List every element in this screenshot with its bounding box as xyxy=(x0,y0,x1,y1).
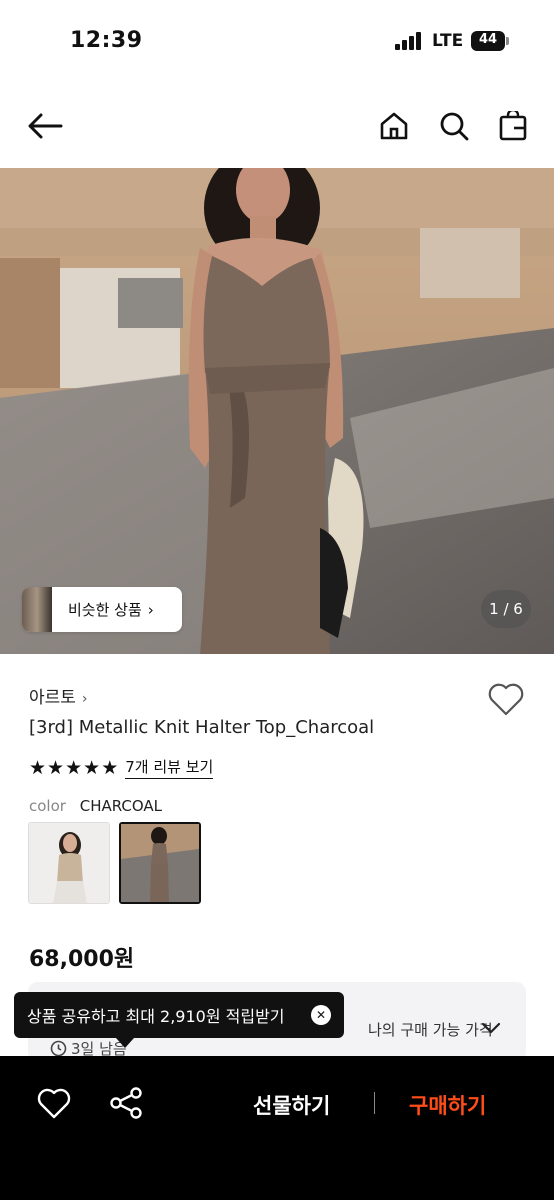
share-icon[interactable] xyxy=(108,1086,144,1120)
star-icon: ★ xyxy=(101,756,119,779)
heart-icon[interactable] xyxy=(36,1086,72,1120)
wishlist-heart-icon[interactable] xyxy=(486,680,526,718)
brand-link[interactable]: 아르토 › xyxy=(29,683,88,708)
star-icon: ★ xyxy=(47,756,65,779)
review-link[interactable]: 7개 리뷰 보기 xyxy=(125,756,214,779)
swatch-image xyxy=(121,824,199,902)
home-button[interactable] xyxy=(374,106,414,146)
arrow-left-icon xyxy=(28,113,63,139)
brand-name: 아르토 xyxy=(29,688,76,708)
battery-level: 44 xyxy=(478,32,498,47)
home-icon xyxy=(380,112,408,140)
shopping-bag-button[interactable] xyxy=(493,106,533,146)
color-row: color CHARCOAL xyxy=(29,797,162,815)
swatch-image xyxy=(29,823,109,903)
divider xyxy=(374,1092,375,1114)
star-icon: ★ xyxy=(65,756,83,779)
battery-icon: 44 xyxy=(471,31,509,51)
product-price: 68,000원 xyxy=(29,947,135,972)
bottom-action-bar: 선물하기 구매하기 xyxy=(0,1056,554,1200)
product-image[interactable]: 비슷한 상품 › 1 / 6 xyxy=(0,168,554,654)
clock-icon xyxy=(50,1040,67,1057)
similar-products-button[interactable]: 비슷한 상품 › xyxy=(22,587,182,632)
gift-button[interactable]: 선물하기 xyxy=(253,1090,330,1120)
buy-button[interactable]: 구매하기 xyxy=(409,1090,486,1120)
possible-price-label: 나의 구매 가능 가격 xyxy=(368,1021,493,1039)
signal-icon xyxy=(395,32,421,50)
color-swatch[interactable] xyxy=(28,822,110,904)
status-bar: 12:39 LTE 44 xyxy=(0,0,554,84)
rating-row: ★ ★ ★ ★ ★ 7개 리뷰 보기 xyxy=(29,756,214,779)
top-nav xyxy=(0,96,554,156)
shopping-bag-icon xyxy=(499,111,527,141)
chevron-right-icon: › xyxy=(81,691,88,707)
product-title: [3rd] Metallic Knit Halter Top_Charcoal xyxy=(29,717,375,738)
close-icon[interactable]: ✕ xyxy=(311,1005,331,1025)
back-button[interactable] xyxy=(25,106,65,146)
similar-products-label: 비슷한 상품 xyxy=(68,601,142,619)
product-photo xyxy=(0,168,554,654)
star-rating: ★ ★ ★ ★ ★ xyxy=(29,758,118,778)
star-icon: ★ xyxy=(83,756,101,779)
color-value: CHARCOAL xyxy=(79,797,163,815)
network-label: LTE xyxy=(432,31,464,51)
status-time: 12:39 xyxy=(70,28,143,53)
search-icon xyxy=(440,112,469,141)
chevron-right-icon: › xyxy=(147,600,154,619)
tooltip-tail xyxy=(116,1038,134,1048)
color-key: color xyxy=(29,797,66,815)
similar-thumbnail xyxy=(22,587,52,632)
search-button[interactable] xyxy=(434,106,474,146)
image-page-counter: 1 / 6 xyxy=(481,590,531,628)
chevron-down-icon xyxy=(481,1022,501,1034)
star-icon: ★ xyxy=(29,756,47,779)
tooltip-text: 상품 공유하고 최대 2,910원 적립받기 xyxy=(27,1007,285,1026)
color-swatch-selected[interactable] xyxy=(119,822,201,904)
share-reward-tooltip: 상품 공유하고 최대 2,910원 적립받기 ✕ xyxy=(14,992,344,1048)
